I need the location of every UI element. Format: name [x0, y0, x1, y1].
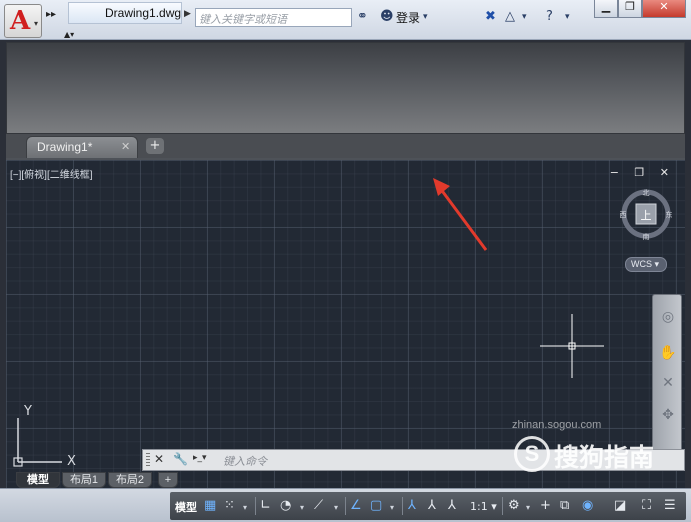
login-button[interactable]: 登录	[396, 9, 420, 26]
plus-icon[interactable]: +	[540, 498, 551, 513]
steering-wheel-icon[interactable]: ◎	[657, 309, 679, 325]
ucs-y-label: Y	[23, 404, 32, 419]
chevron-down-icon[interactable]: ▾	[334, 503, 338, 512]
exchange-icon[interactable]: ✖	[485, 9, 496, 24]
add-layout-button[interactable]: +	[158, 472, 178, 488]
grip-handle[interactable]	[146, 453, 150, 467]
object-snap-tracking-icon[interactable]: ∠	[350, 498, 362, 513]
grid-icon[interactable]: ▦	[204, 498, 216, 513]
tab-drawing1[interactable]: Drawing1* ✕	[26, 136, 138, 158]
viewport-window-controls[interactable]: − ❐ ✕	[610, 166, 675, 179]
search-input[interactable]: 键入关键字或短语	[195, 8, 352, 27]
tab-label: Drawing1*	[37, 140, 93, 154]
close-button[interactable]: ✕	[642, 0, 686, 18]
chevron-down-icon: ▾	[33, 19, 38, 28]
close-icon[interactable]: ✕	[121, 140, 130, 153]
chevron-down-icon[interactable]: ▾	[565, 12, 570, 22]
navigation-bar: ◎ ✋ ✕ ✥	[652, 294, 682, 454]
annotation-scale-icon[interactable]: ⅄	[448, 498, 456, 513]
maximize-button[interactable]: ❐	[618, 0, 642, 18]
ortho-icon[interactable]: ∟	[260, 498, 271, 513]
object-snap-icon[interactable]: ▢	[370, 498, 382, 513]
ucs-x-label: X	[67, 454, 76, 468]
new-tab-button[interactable]: +	[146, 138, 164, 154]
ucs-icon: Y X	[13, 404, 76, 468]
status-bar: 模型 ▦ ⁙ ▾ ∟ ◔ ▾ ⟋ ▾ ∠ ▢ ▾ ⅄ ⅄ ⅄ 1:1 ▾ ⚙ ▾…	[0, 488, 691, 522]
watermark-brand: 搜狗指南	[554, 443, 655, 472]
help-icon[interactable]: ?	[546, 9, 553, 24]
annotation-arrow	[433, 178, 488, 251]
compass-east-label: 东	[666, 210, 673, 219]
layout-tabs: 模型 布局1 布局2 +	[6, 472, 196, 488]
watermark-url: zhinan.sogou.com	[512, 419, 602, 431]
compass-west-label: 西	[620, 211, 627, 219]
isodraft-icon[interactable]: ⟋	[314, 498, 323, 513]
autodesk-360-icon[interactable]: △	[505, 9, 515, 24]
search-expand-icon[interactable]: ▶	[184, 9, 194, 23]
compass-south-label: 南	[643, 232, 650, 241]
search-placeholder: 键入关键字或短语	[199, 14, 287, 26]
file-tab-bar: Drawing1* ✕ +	[6, 134, 685, 158]
crosshair-cursor	[540, 314, 604, 378]
pan-hand-icon[interactable]: ✋	[657, 345, 679, 361]
title-bar: A ▾ ▸▸ Drawing1.dwg ▶ 键入关键字或短语 ⚭ ☻ 登录 ▾ …	[0, 0, 691, 40]
workspace-dropdown-icon[interactable]: ▲▾	[64, 30, 86, 40]
quick-properties-icon[interactable]: ⧉	[560, 498, 569, 513]
viewcube[interactable]: 上 北 南 东 西	[620, 188, 672, 250]
snap-mode-icon[interactable]: ⁙	[224, 498, 235, 513]
polar-icon[interactable]: ◔	[280, 498, 291, 513]
quick-access-row: ▲▾	[0, 28, 691, 42]
status-toggles: 模型 ▦ ⁙ ▾ ∟ ◔ ▾ ⟋ ▾ ∠ ▢ ▾ ⅄ ⅄ ⅄ 1:1 ▾ ⚙ ▾…	[170, 492, 686, 520]
tab-layout1[interactable]: 布局1	[62, 472, 106, 488]
quick-access-expand-icon[interactable]: ▸▸	[46, 9, 56, 20]
isolate-objects-icon[interactable]: ◉	[582, 498, 593, 513]
annotation-visibility-icon[interactable]: ⅄	[408, 498, 416, 513]
command-prompt-icon[interactable]: ▸_▾	[193, 453, 217, 467]
command-input[interactable]: 键入命令	[223, 453, 267, 469]
model-space-button[interactable]: 模型	[175, 499, 197, 515]
minimize-button[interactable]: ▁	[594, 0, 618, 18]
chevron-down-icon[interactable]: ▾	[423, 12, 428, 22]
hardware-acceleration-icon[interactable]: ◪	[614, 498, 626, 513]
sogou-logo-icon: S	[514, 436, 550, 472]
user-icon[interactable]: ☻	[380, 9, 394, 24]
scale-dropdown[interactable]: 1:1 ▾	[470, 500, 497, 513]
document-title: Drawing1.dwg	[68, 2, 182, 24]
autocad-window: A ▾ ▸▸ Drawing1.dwg ▶ 键入关键字或短语 ⚭ ☻ 登录 ▾ …	[0, 0, 691, 522]
close-icon[interactable]: ✕	[154, 452, 164, 466]
chevron-down-icon[interactable]: ▾	[300, 503, 304, 512]
chevron-down-icon[interactable]: ▾	[526, 503, 530, 512]
chevron-down-icon[interactable]: ▾	[243, 503, 247, 512]
ribbon-panel	[6, 42, 685, 134]
tab-model[interactable]: 模型	[16, 472, 60, 488]
menu-icon[interactable]: ☰	[664, 498, 676, 513]
compass-north-label: 北	[643, 189, 650, 197]
watermark-logo: S 搜狗指南	[514, 436, 684, 472]
orbit-icon[interactable]: ✥	[657, 407, 679, 423]
clean-screen-icon[interactable]: ⛶	[642, 498, 651, 513]
viewport-controls-label[interactable]: [−][俯视][二维线框]	[10, 166, 93, 181]
zoom-extents-icon[interactable]: ✕	[657, 375, 679, 391]
chevron-down-icon[interactable]: ▾	[522, 12, 527, 22]
wcs-menu[interactable]: WCS ▾	[625, 257, 667, 272]
chevron-down-icon[interactable]: ▾	[390, 503, 394, 512]
document-title-text: Drawing1.dwg	[105, 6, 182, 20]
wrench-icon[interactable]: 🔧	[173, 452, 188, 466]
viewcube-top-label: 上	[641, 209, 652, 222]
tab-layout2[interactable]: 布局2	[108, 472, 152, 488]
auto-scale-icon[interactable]: ⅄	[428, 498, 436, 513]
gear-icon[interactable]: ⚙	[508, 498, 520, 513]
binoculars-icon[interactable]: ⚭	[357, 9, 368, 24]
